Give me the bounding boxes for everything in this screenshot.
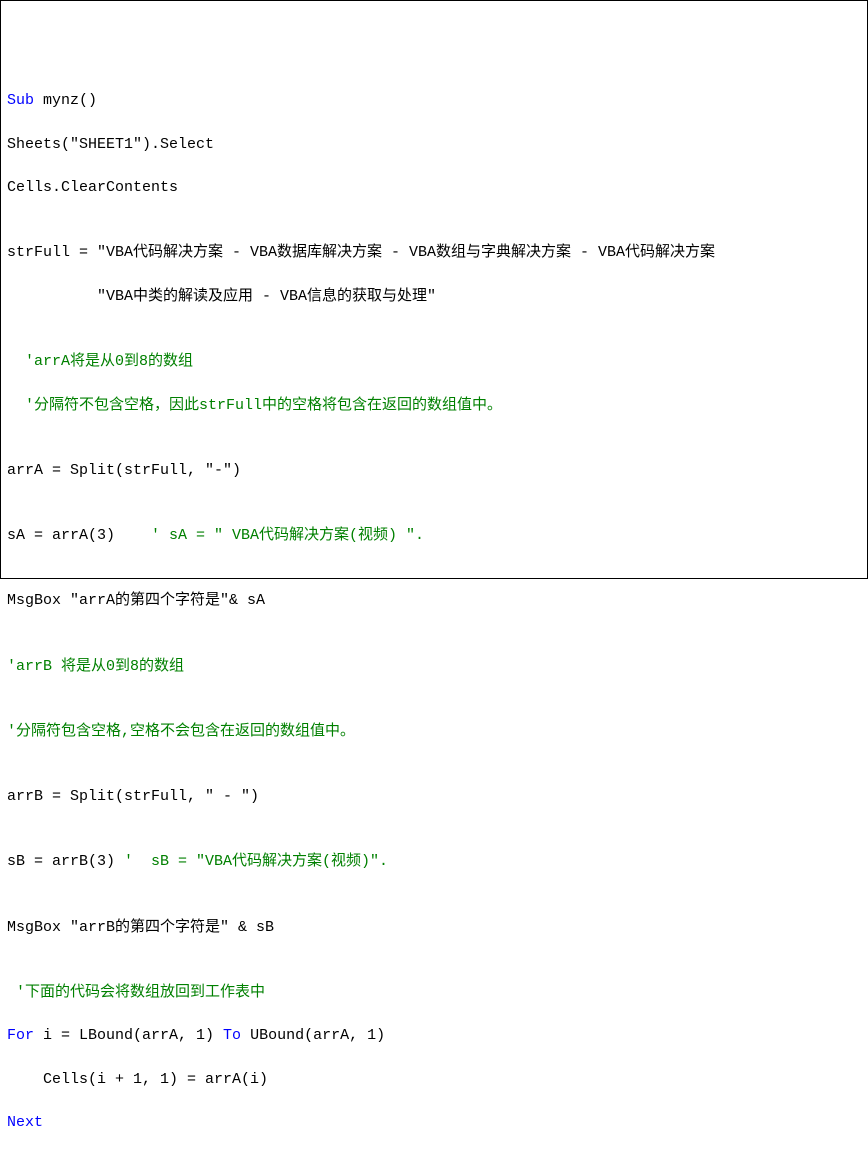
- code-text: sB = arrB(3): [7, 853, 124, 870]
- code-comment-4: '分隔符包含空格,空格不会包含在返回的数组值中。: [7, 721, 861, 743]
- code-line-13: sA = arrA(3) ' sA = " VBA代码解决方案(视频) ".: [7, 525, 861, 547]
- code-line-30: Next: [7, 1112, 861, 1134]
- keyword-for: For: [7, 1027, 43, 1044]
- keyword-next: Next: [7, 1114, 43, 1131]
- code-line-2: Sheets("SHEET1").Select: [7, 134, 861, 156]
- code-line-1: Sub mynz(): [7, 90, 861, 112]
- code-line-3: Cells.ClearContents: [7, 177, 861, 199]
- code-line-21: arrB = Split(strFull, " - "): [7, 786, 861, 808]
- code-line-15: MsgBox "arrA的第四个字符是"& sA: [7, 590, 861, 612]
- code-line-5: strFull = "VBA代码解决方案 - VBA数据库解决方案 - VBA数…: [7, 242, 861, 264]
- sub-name: mynz(): [43, 92, 97, 109]
- keyword-sub: Sub: [7, 92, 43, 109]
- code-text: UBound(arrA, 1): [250, 1027, 385, 1044]
- inline-comment-2: ' sB = "VBA代码解决方案(视频)".: [124, 853, 388, 870]
- inline-comment-1: ' sA = " VBA代码解决方案(视频) ".: [142, 527, 424, 544]
- code-comment-2: '分隔符不包含空格，因此strFull中的空格将包含在返回的数组值中。: [7, 395, 861, 417]
- code-comment-5: '下面的代码会将数组放回到工作表中: [7, 982, 861, 1004]
- code-line-25: MsgBox "arrB的第四个字符是" & sB: [7, 917, 861, 939]
- code-text: sA = arrA(3): [7, 527, 142, 544]
- code-line-6: "VBA中类的解读及应用 - VBA信息的获取与处理": [7, 286, 861, 308]
- code-line-11: arrA = Split(strFull, "-"): [7, 460, 861, 482]
- code-text: i = LBound(arrA, 1): [43, 1027, 223, 1044]
- code-comment-1: 'arrA将是从0到8的数组: [7, 351, 861, 373]
- code-comment-3: 'arrB 将是从0到8的数组: [7, 656, 861, 678]
- code-line-23: sB = arrB(3) ' sB = "VBA代码解决方案(视频)".: [7, 851, 861, 873]
- keyword-to: To: [223, 1027, 250, 1044]
- code-line-28: For i = LBound(arrA, 1) To UBound(arrA, …: [7, 1025, 861, 1047]
- code-line-29: Cells(i + 1, 1) = arrA(i): [7, 1069, 861, 1091]
